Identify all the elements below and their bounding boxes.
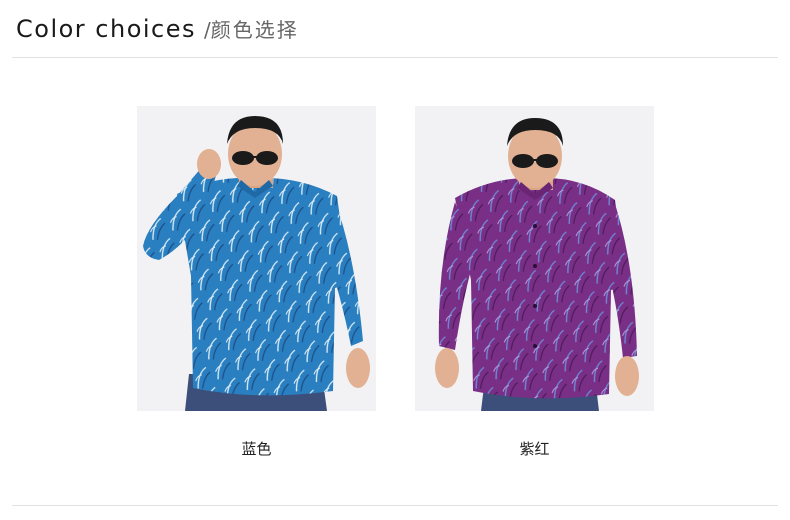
header-divider bbox=[12, 57, 778, 58]
footer-divider bbox=[12, 505, 778, 506]
section-header: Color choices / 颜色选择 bbox=[16, 14, 299, 43]
product-image-blue[interactable] bbox=[137, 106, 376, 411]
section-title-chinese: 颜色选择 bbox=[210, 18, 299, 42]
section-title-english: Color choices bbox=[16, 15, 197, 43]
product-label-purple: 紫红 bbox=[519, 440, 550, 458]
product-image-purple[interactable] bbox=[415, 106, 654, 411]
title-separator: / bbox=[204, 18, 211, 42]
product-label-blue: 蓝色 bbox=[241, 440, 272, 458]
